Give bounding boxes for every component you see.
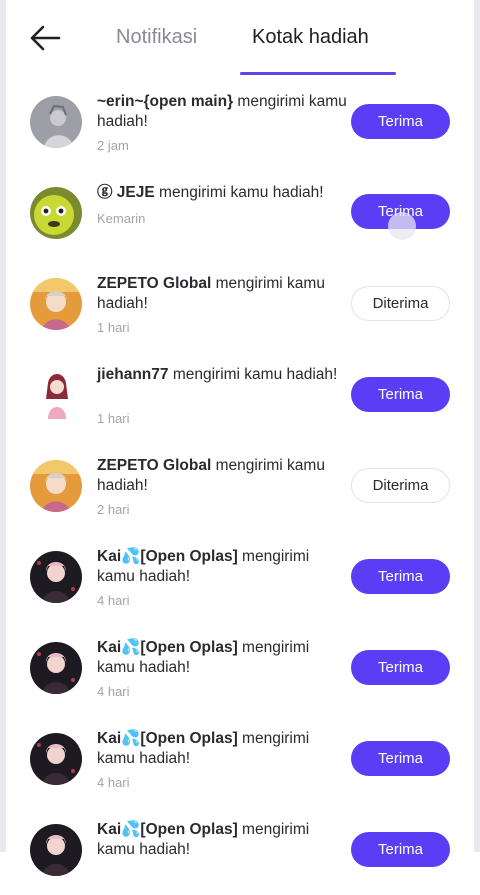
gift-message: ⓖ JEJE mengirimi kamu hadiah! <box>97 183 347 203</box>
accept-button[interactable]: Terima <box>351 650 450 685</box>
touch-ripple <box>388 212 416 240</box>
message-text: mengirimi kamu hadiah! <box>172 366 338 383</box>
list-item: Kai💦[Open Oplas] mengirimi kamu hadiah! … <box>0 531 480 622</box>
avatar[interactable] <box>30 824 82 876</box>
sender-name: Kai💦[Open Oplas] <box>97 821 238 838</box>
accept-button[interactable]: Terima <box>351 377 450 412</box>
avatar[interactable] <box>30 187 82 239</box>
message-text: mengirimi kamu hadiah! <box>159 184 324 201</box>
gift-message: Kai💦[Open Oplas] mengirimi kamu hadiah! <box>97 547 347 587</box>
sender-name: Kai💦[Open Oplas] <box>97 548 238 565</box>
gift-message: jiehann77 mengirimi kamu hadiah! <box>97 365 347 385</box>
list-item: ~erin~{open main} mengirimi kamu hadiah!… <box>0 76 480 167</box>
sender-name: Kai💦[Open Oplas] <box>97 639 238 656</box>
list-item: ZEPETO Global mengirimi kamu hadiah! 1 h… <box>0 258 480 349</box>
sender-name: ~erin~{open main} <box>97 93 234 110</box>
avatar[interactable] <box>30 369 82 421</box>
timestamp: 2 jam <box>97 138 129 153</box>
timestamp: 4 hari <box>97 775 130 790</box>
accepted-button[interactable]: Diterima <box>351 286 450 321</box>
avatar[interactable] <box>30 642 82 694</box>
timestamp: 4 hari <box>97 684 130 699</box>
sender-name: ⓖ JEJE <box>97 184 155 201</box>
gift-list: ~erin~{open main} mengirimi kamu hadiah!… <box>0 76 480 895</box>
gift-message: Kai💦[Open Oplas] mengirimi kamu hadiah! <box>97 638 347 678</box>
back-arrow-icon[interactable] <box>28 22 62 54</box>
sender-name: jiehann77 <box>97 366 169 383</box>
list-item: Kai💦[Open Oplas] mengirimi kamu hadiah! … <box>0 622 480 713</box>
timestamp: 1 hari <box>97 320 130 335</box>
sender-name: ZEPETO Global <box>97 457 212 474</box>
timestamp: 1 hari <box>97 411 130 426</box>
list-item: ZEPETO Global mengirimi kamu hadiah! 2 h… <box>0 440 480 531</box>
gift-message: ZEPETO Global mengirimi kamu hadiah! <box>97 274 347 314</box>
avatar[interactable] <box>30 551 82 603</box>
accept-button[interactable]: Terima <box>351 104 450 139</box>
avatar[interactable] <box>30 733 82 785</box>
active-tab-indicator <box>240 72 396 75</box>
accept-button[interactable]: Terima <box>351 559 450 594</box>
accepted-button[interactable]: Diterima <box>351 468 450 503</box>
timestamp: 4 hari <box>97 593 130 608</box>
list-item: Kai💦[Open Oplas] mengirimi kamu hadiah! … <box>0 804 480 895</box>
gift-message: ~erin~{open main} mengirimi kamu hadiah! <box>97 92 347 132</box>
tab-notifikasi[interactable]: Notifikasi <box>116 26 197 49</box>
list-item: Kai💦[Open Oplas] mengirimi kamu hadiah! … <box>0 713 480 804</box>
sender-name: ZEPETO Global <box>97 275 212 292</box>
avatar[interactable] <box>30 460 82 512</box>
tab-kotak-hadiah[interactable]: Kotak hadiah <box>252 26 369 49</box>
avatar[interactable] <box>30 278 82 330</box>
timestamp: 2 hari <box>97 502 130 517</box>
sender-name: Kai💦[Open Oplas] <box>97 730 238 747</box>
accept-button[interactable]: Terima <box>351 741 450 776</box>
accept-button[interactable]: Terima <box>351 832 450 867</box>
gift-message: ZEPETO Global mengirimi kamu hadiah! <box>97 456 347 496</box>
list-item: jiehann77 mengirimi kamu hadiah! 1 hari … <box>0 349 480 440</box>
avatar[interactable] <box>30 96 82 148</box>
gift-message: Kai💦[Open Oplas] mengirimi kamu hadiah! <box>97 729 347 769</box>
gift-message: Kai💦[Open Oplas] mengirimi kamu hadiah! <box>97 820 347 860</box>
header: Notifikasi Kotak hadiah <box>0 0 480 80</box>
timestamp: Kemarin <box>97 211 146 226</box>
